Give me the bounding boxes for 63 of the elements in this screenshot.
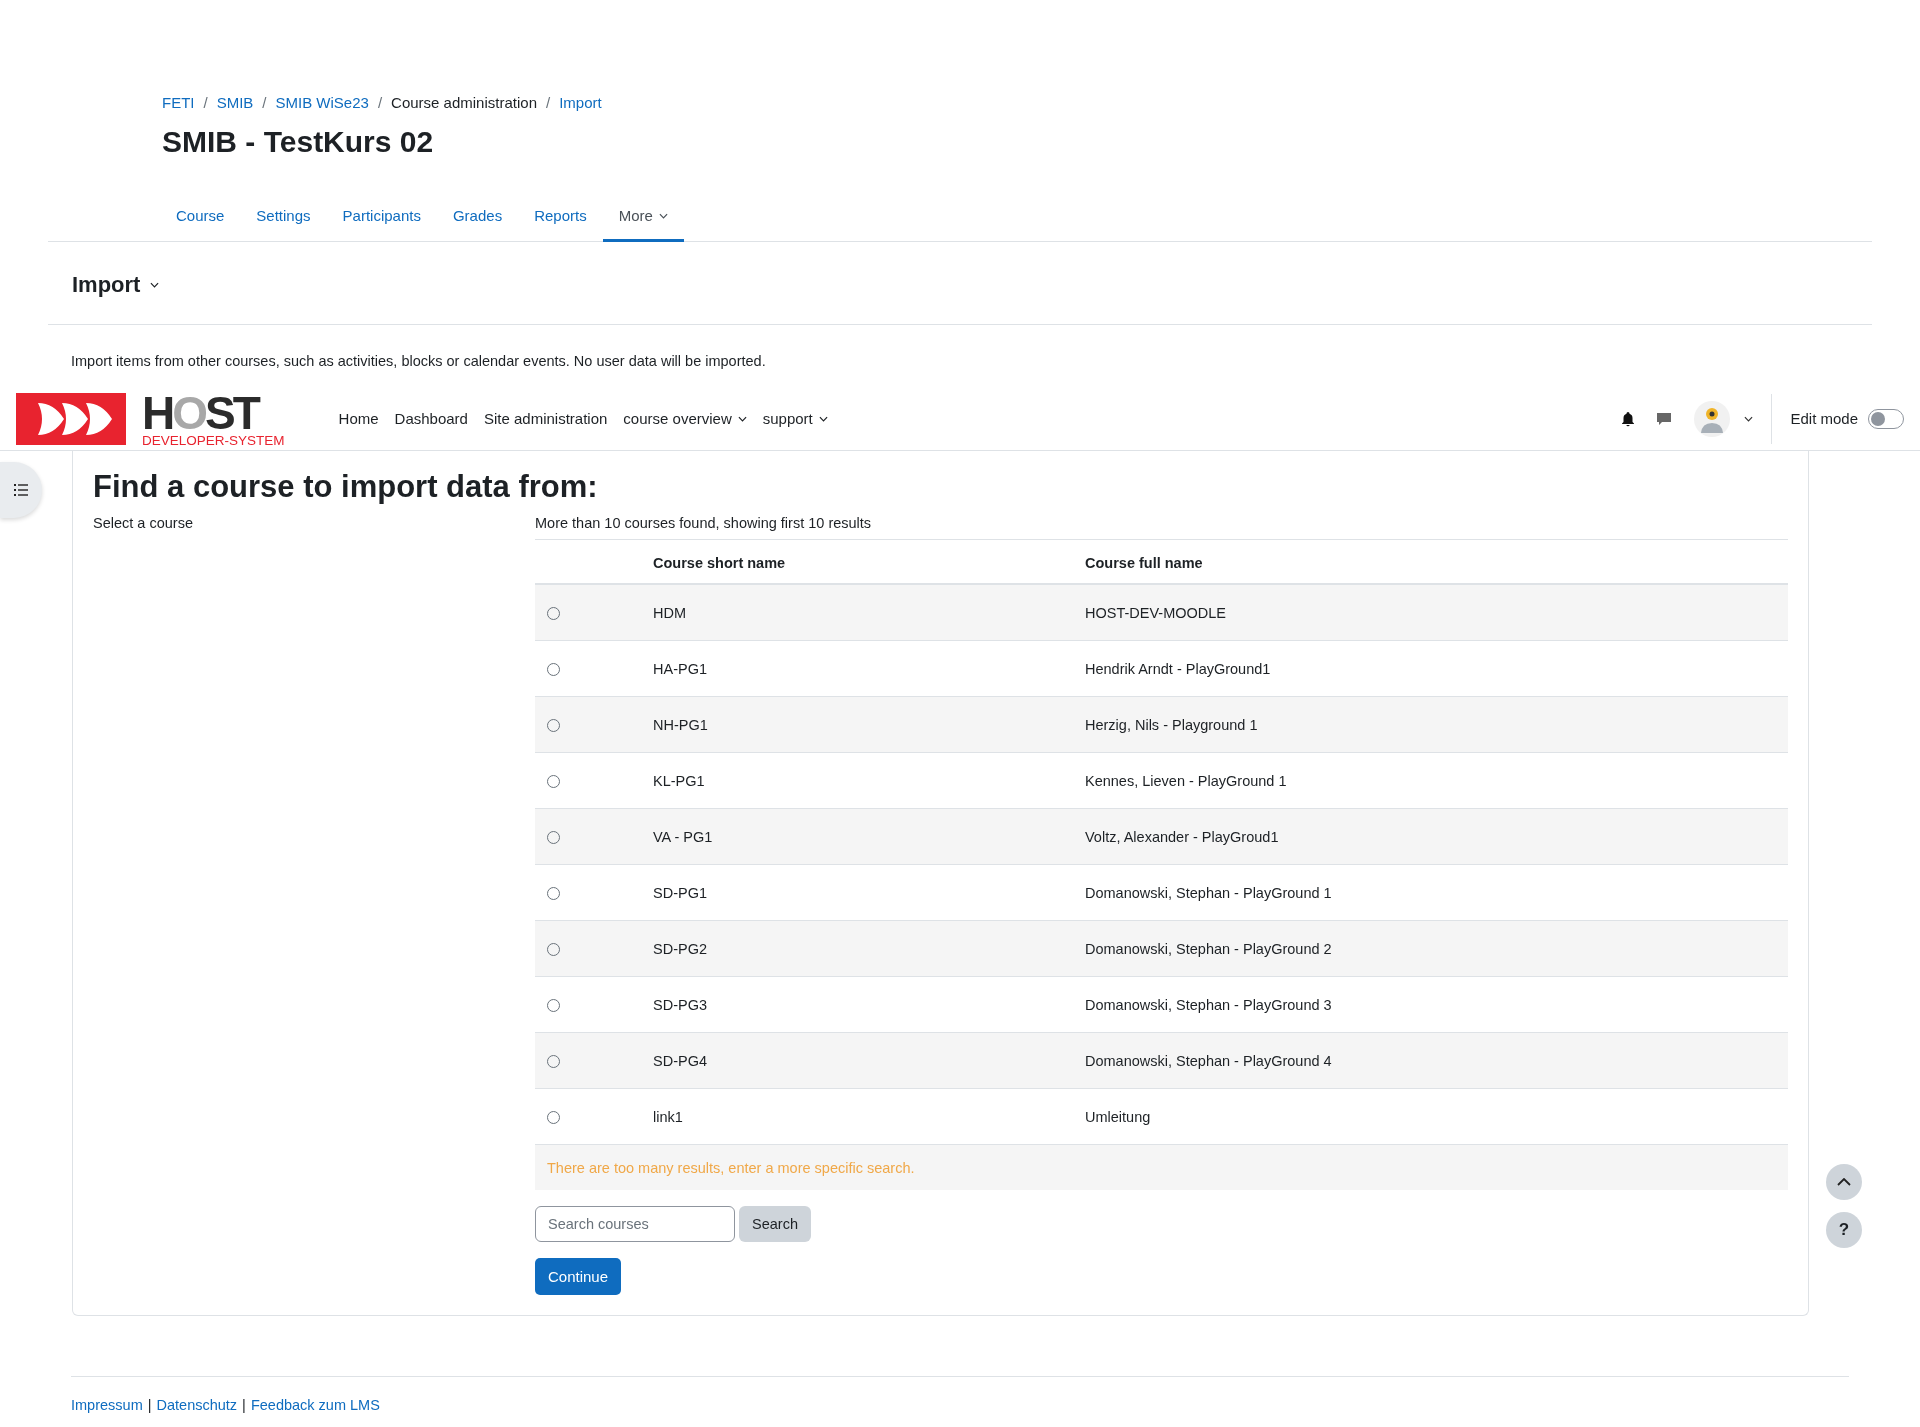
table-cell: Domanowski, Stephan - PlayGround 2 (1073, 920, 1788, 977)
footer-link[interactable]: Datenschutz (156, 1397, 238, 1413)
table-cell: HDM (641, 584, 1073, 641)
footer-separator: | (242, 1397, 246, 1413)
breadcrumb-separator: / (262, 94, 267, 111)
continue-button[interactable]: Continue (535, 1258, 622, 1295)
section-dropdown[interactable]: Import (72, 272, 160, 298)
warning-text: There are too many results, enter a more specific search. (547, 1160, 915, 1176)
breadcrumb-separator: / (377, 94, 383, 111)
table-cell: SD-PG4 (641, 1032, 1073, 1089)
footer-link[interactable]: Impressum (71, 1397, 143, 1413)
page-title: SMIB - TestKurs 02 (162, 125, 435, 159)
nav-tab[interactable]: Grades (436, 195, 519, 242)
notification-bell-icon[interactable] (1620, 410, 1637, 427)
nav-tab[interactable]: Participants (326, 195, 437, 242)
nav-tab[interactable]: More (602, 195, 684, 242)
table-cell: HOST-DEV-MOODLE (1073, 584, 1788, 641)
breadcrumb-current: Course administration (391, 94, 537, 111)
menu-link[interactable]: Home (338, 410, 379, 427)
caret-icon (818, 415, 828, 422)
caret-icon (737, 415, 747, 422)
breadcrumb-link[interactable]: SMIB (216, 94, 254, 111)
table-cell: Domanowski, Stephan - PlayGround 4 (1073, 1032, 1788, 1089)
section-heading: Find a course to import data from: (93, 469, 599, 505)
course-index-button[interactable] (0, 462, 42, 518)
menu-link[interactable]: Site administration (483, 410, 608, 427)
avatar-icon (1694, 400, 1731, 437)
table-cell: VA - PG1 (641, 808, 1073, 865)
edit-mode-label: Edit mode (1790, 410, 1858, 427)
nav-tab[interactable]: Settings (240, 195, 327, 242)
breadcrumb-separator: / (546, 94, 551, 111)
caret-icon (658, 212, 668, 219)
table-cell: NH-PG1 (641, 696, 1073, 753)
menu-link[interactable]: Dashboard (394, 410, 468, 427)
logo-wordmark: HOST (142, 389, 259, 436)
footer-link[interactable]: Feedback zum LMS (250, 1397, 380, 1413)
menu-link[interactable]: course overview (623, 410, 747, 427)
intro-text: Import items from other courses, such as activities, blocks or calendar events. No user data will be imported. (71, 353, 767, 369)
breadcrumb-link[interactable]: FETI (162, 94, 195, 111)
result-note: More than 10 courses found, showing first 10 results (535, 515, 1788, 540)
message-bubble-icon[interactable] (1656, 410, 1673, 427)
table-cell: SD-PG2 (641, 920, 1073, 977)
table-cell: Herzig, Nils - Playground 1 (1073, 696, 1788, 753)
nav-tab[interactable]: Reports (518, 195, 603, 242)
menu-link[interactable]: support (762, 410, 828, 427)
breadcrumb-link[interactable]: SMIB WiSe23 (275, 94, 369, 111)
logo-icon (16, 392, 126, 445)
chevron-up-icon (1837, 1178, 1851, 1186)
user-menu-button[interactable] (1694, 400, 1754, 437)
field-label: Select a course (93, 515, 194, 533)
table-cell: Voltz, Alexander - PlayGroud1 (1073, 808, 1788, 865)
caret-icon (150, 282, 160, 288)
help-button[interactable]: ? (1826, 1212, 1862, 1248)
search-field[interactable]: Search courses (535, 1206, 735, 1242)
footer-separator: | (147, 1397, 152, 1413)
nav-tab[interactable]: Course (160, 195, 241, 242)
breadcrumb-separator: / (203, 94, 208, 111)
breadcrumb-link[interactable]: Import (559, 94, 602, 111)
list-icon (14, 484, 28, 496)
scroll-up-button[interactable] (1826, 1164, 1862, 1200)
logo-tagline: DEVELOPER-SYSTEM (142, 433, 285, 448)
caret-icon (1744, 415, 1754, 422)
search-button[interactable]: Search (739, 1206, 811, 1242)
